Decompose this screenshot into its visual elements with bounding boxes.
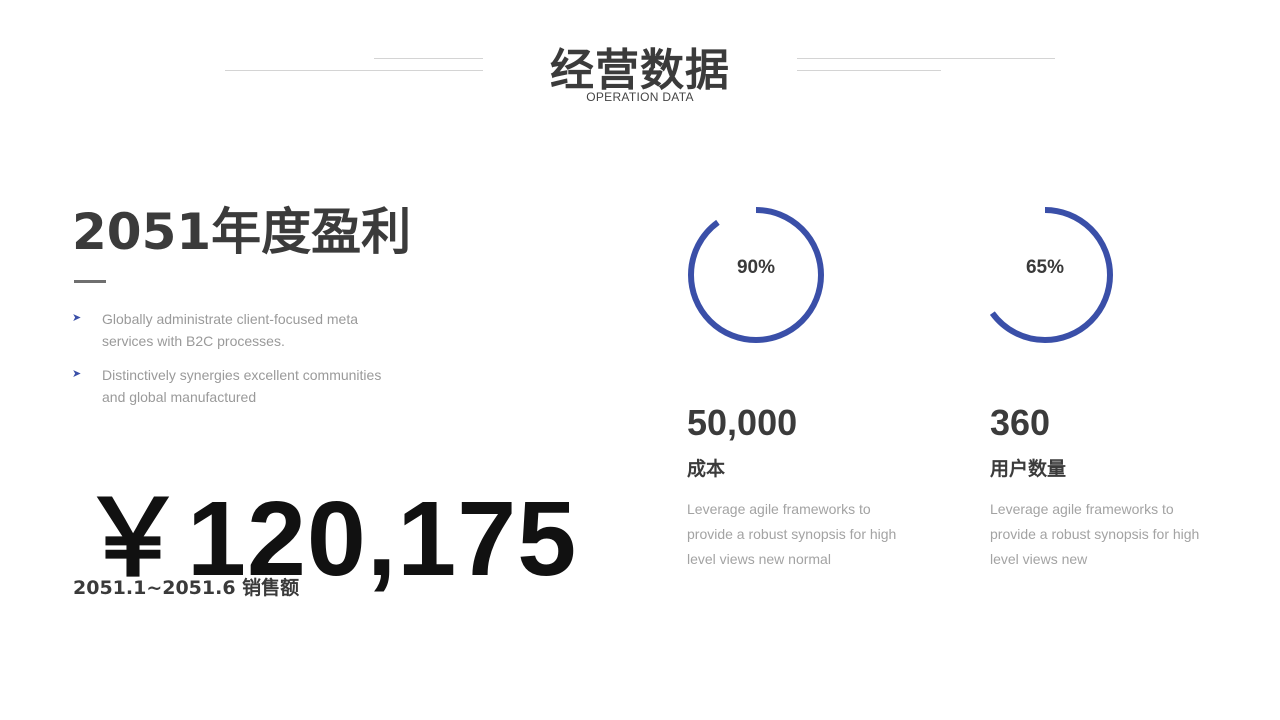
progress-ring-cost: 90%: [686, 205, 826, 345]
stat-desc-users: Leverage agile frameworks to provide a r…: [990, 501, 1200, 567]
bullet-text: Distinctively synergies excellent commun…: [102, 367, 382, 405]
stat-desc-cost: Leverage agile frameworks to provide a r…: [687, 501, 897, 567]
bullet-text: Globally administrate client-focused met…: [102, 311, 359, 349]
page-title: 经营数据: [550, 45, 730, 96]
stat-label-cost: 成本: [687, 458, 726, 480]
page-subtitle: OPERATION DATA: [586, 90, 694, 104]
progress-ring-label: 65%: [1025, 257, 1065, 278]
stat-label-users: 用户数量: [990, 458, 1067, 480]
stat-value-cost: 50,000: [687, 402, 798, 443]
section-title: 2051年度盈利: [72, 203, 412, 261]
sales-caption: 2051.1~2051.6 销售额: [73, 577, 300, 599]
stat-value-users: 360: [990, 402, 1051, 443]
progress-ring-label: 90%: [736, 257, 776, 278]
progress-ring-users: 65%: [975, 205, 1115, 345]
bullet-list: ➤ Globally administrate client-focused m…: [72, 308, 402, 420]
bullet-item: ➤ Distinctively synergies excellent comm…: [72, 364, 402, 408]
arrow-bullet-icon: ➤: [72, 368, 82, 380]
bullet-item: ➤ Globally administrate client-focused m…: [72, 308, 402, 352]
title-divider: [74, 280, 106, 283]
arrow-bullet-icon: ➤: [72, 312, 82, 324]
